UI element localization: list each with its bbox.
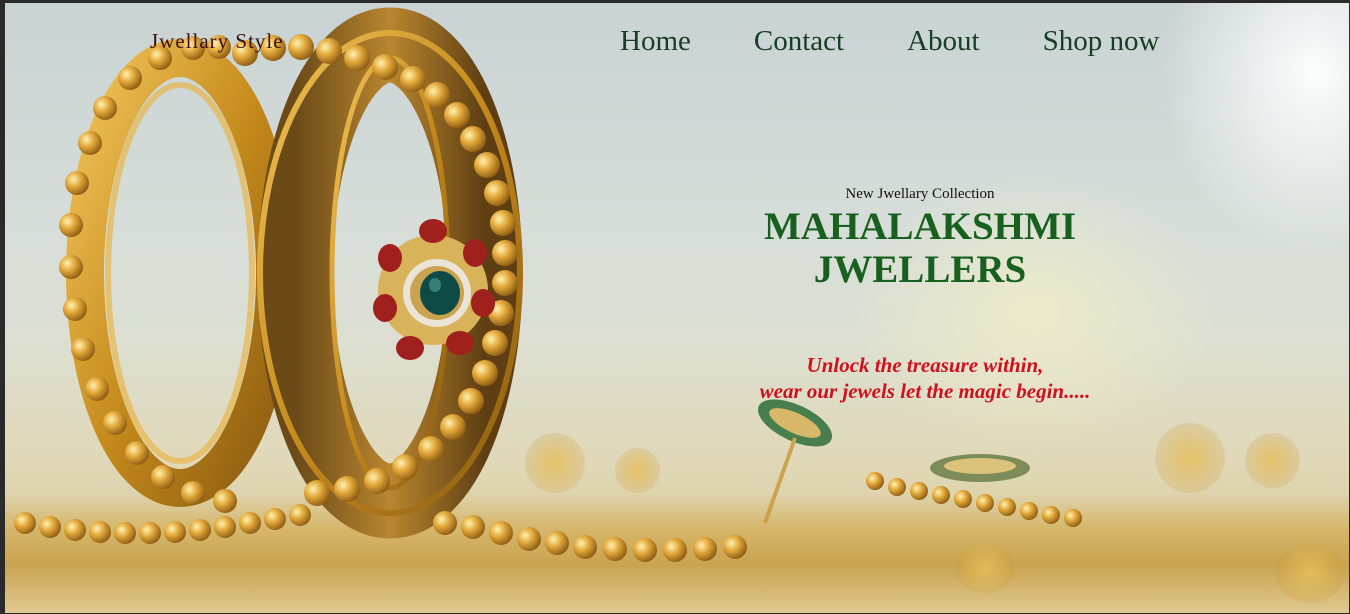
collection-subtitle: New Jwellary Collection bbox=[845, 186, 995, 202]
main-nav: Home Contact About Shop now bbox=[620, 25, 1159, 58]
hero-banner: Jwellary Style Home Contact About Shop n… bbox=[5, 3, 1349, 613]
brand-title-line2: JWELLERS bbox=[813, 248, 1027, 291]
brand-title-line1: MAHALAKSHMI bbox=[764, 205, 1076, 248]
nav-about-link[interactable]: About bbox=[907, 25, 980, 58]
brand-title: MAHALAKSHMI JWELLERS bbox=[720, 205, 1120, 291]
tagline-line2: wear our jewels let the magic begin..... bbox=[759, 379, 1091, 403]
tagline-line1: Unlock the treasure within, bbox=[806, 353, 1044, 377]
nav-shop-now-link[interactable]: Shop now bbox=[1043, 25, 1160, 58]
nav-contact-link[interactable]: Contact bbox=[754, 25, 844, 58]
nav-home-link[interactable]: Home bbox=[620, 25, 691, 58]
bangle-photo bbox=[14, 7, 1082, 562]
hero-heading-block: New Jwellary Collection MAHALAKSHMI JWEL… bbox=[720, 186, 1120, 291]
site-logo[interactable]: Jwellary Style bbox=[150, 29, 284, 54]
tagline: Unlock the treasure within, wear our jew… bbox=[720, 352, 1130, 404]
